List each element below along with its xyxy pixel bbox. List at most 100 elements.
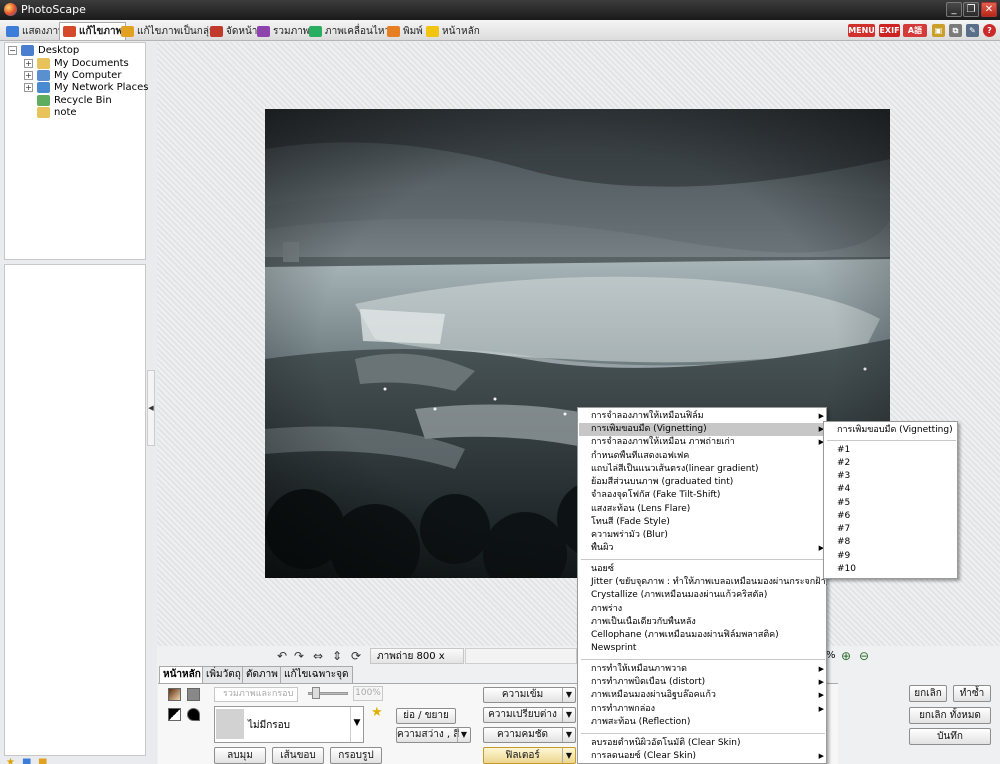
folder-open-icon[interactable]: ■ (38, 758, 47, 764)
zoom-in-icon[interactable]: ⊕ (839, 650, 853, 663)
frame-color-icon[interactable] (187, 688, 200, 701)
window-icon[interactable]: ▣ (932, 24, 945, 37)
menu-item-fade-style[interactable]: โทนสี (Fade Style) (579, 516, 827, 529)
menu-item-glass-block[interactable]: ภาพเหมือนมองผ่านอิฐบล๊อคแก้ว ▶ (579, 689, 827, 702)
submenu-title-vignetting[interactable]: การเพิ่มขอบมืด (Vignetting) (825, 424, 958, 437)
menu-item-effect-area[interactable]: กำหนดพื้นที่แสดงเอฟเฟค (579, 450, 827, 463)
vignette-option[interactable]: #9 (825, 550, 958, 563)
restore-button[interactable]: ❐ (963, 2, 979, 17)
resize-button[interactable]: ย่อ / ขยาย (396, 708, 456, 724)
autolevel-button[interactable]: ความเข้ม ▼ (483, 687, 576, 703)
tab-objects[interactable]: เพิ่มวัตถุ (202, 666, 245, 683)
menu-item-jitter[interactable]: Jitter (ขยับจุดภาพ : ทำให้ภาพเบลอเหมือนม… (579, 576, 827, 589)
exif-icon[interactable]: EXIF (879, 24, 900, 37)
vignette-option[interactable]: #7 (825, 523, 958, 536)
dropdown-arrow-icon[interactable]: ▼ (562, 728, 575, 742)
menu-item-vignetting[interactable]: การเพิ่มขอบมืด (Vignetting) ▶ (579, 423, 827, 436)
language-icon[interactable]: A語 (903, 24, 927, 37)
frame-opacity-thumb[interactable] (312, 687, 320, 699)
vignette-option[interactable]: #8 (825, 536, 958, 549)
vignette-option[interactable]: #4 (825, 483, 958, 496)
menu-separator (581, 733, 825, 734)
tab-print[interactable]: พิมพ์ (383, 22, 427, 40)
expand-icon[interactable]: + (24, 83, 33, 92)
rotate-right-icon[interactable]: ↷ (292, 650, 306, 663)
tools-icon[interactable]: ✎ (966, 24, 979, 37)
sharpen-button[interactable]: ความคมชัด ▼ (483, 727, 576, 743)
border-button[interactable]: เส้นขอบ (272, 747, 324, 764)
menu-item-tilt-shift[interactable]: จำลองจุดโฟกัส (Fake Tilt-Shift) (579, 489, 827, 502)
tab-home-tools[interactable]: หน้าหลัก (159, 666, 205, 683)
flip-horizontal-icon[interactable]: ⇔ (311, 650, 325, 663)
menu-item-sketch[interactable]: ภาพร่าง (579, 603, 827, 616)
star-icon[interactable]: ★ (6, 758, 15, 764)
frame-style-icon[interactable] (168, 688, 181, 701)
help-icon[interactable]: ? (983, 24, 996, 37)
folder-nav-icon[interactable]: ■ (22, 758, 31, 764)
shape-swatch-icon[interactable] (187, 708, 200, 721)
vignette-option[interactable]: #1 (825, 444, 958, 457)
copy-icon[interactable]: ⧉ (949, 24, 962, 37)
thumbnail-panel[interactable] (4, 264, 146, 756)
vignette-option[interactable]: #2 (825, 457, 958, 470)
menu-item-noise-reduction[interactable]: การลดนอยซ์ (Clear Skin) ▶ (579, 750, 827, 763)
frame-combine-input[interactable]: รวมภาพและกรอบ (214, 687, 298, 702)
menu-item-painting[interactable]: การทำให้เหมือนภาพวาด ▶ (579, 663, 827, 676)
zoom-out-icon[interactable]: ⊖ (857, 650, 871, 663)
tab-batch-editor[interactable]: แก้ไขภาพเป็นกลุ่ม (117, 22, 220, 40)
menu-item-linear-gradient[interactable]: แถบไล่สีเป็นแนวเส้นตรง(linear gradient) (579, 463, 827, 476)
collapse-icon[interactable]: − (8, 46, 17, 55)
contrast-swatch-icon[interactable] (168, 708, 181, 721)
vignette-option[interactable]: #10 (825, 563, 958, 576)
dropdown-arrow-icon[interactable]: ▼ (562, 748, 575, 763)
menu-item-newsprint[interactable]: Newsprint (579, 642, 827, 655)
menu-item-film-effect[interactable]: การจำลองภาพให้เหมือนฟิล์ม ▶ (579, 410, 827, 423)
menu-item-old-photo[interactable]: การจำลองภาพให้เหมือน ภาพถ่ายเก่า ▶ (579, 436, 827, 449)
minimize-button[interactable]: _ (946, 2, 962, 17)
tab-crop[interactable]: ตัดภาพ (242, 666, 282, 683)
filter-button[interactable]: ฟิลเตอร์ ▼ (483, 747, 576, 764)
dropdown-arrow-icon[interactable]: ▼ (562, 708, 575, 722)
menu-item-crystallize[interactable]: Crystallize (ภาพเหมือนมองผ่านแก้วคริสตัล… (579, 589, 827, 602)
menu-item-distort[interactable]: การทำภาพบิดเบือน (distort) ▶ (579, 676, 827, 689)
panel-collapse-handle[interactable]: ◀ (147, 370, 155, 446)
dropdown-arrow-icon[interactable]: ▼ (562, 688, 575, 702)
frame-shape-button[interactable]: กรอบรูป (330, 747, 382, 764)
rotate-custom-icon[interactable]: ⟳ (349, 650, 363, 663)
tab-home[interactable]: หน้าหลัก (422, 22, 484, 40)
menu-item-texture[interactable]: พื้นผิว ▶ (579, 542, 827, 555)
vignette-option[interactable]: #3 (825, 470, 958, 483)
batch-editor-icon (121, 26, 134, 37)
menu-item-lens-flare[interactable]: แสงสะท้อน (Lens Flare) (579, 503, 827, 516)
chevron-down-icon[interactable]: ▼ (350, 707, 363, 742)
expand-icon[interactable]: + (24, 59, 33, 68)
menu-item-blend-background[interactable]: ภาพเป็นเนื้อเดียวกับพื้นหลัง (579, 616, 827, 629)
favorite-star-icon[interactable]: ★ (371, 706, 383, 719)
rotate-left-icon[interactable]: ↶ (275, 650, 289, 663)
menu-item-auto-clear-skin[interactable]: ลบรอยตำหนิผิวอัตโนมัติ (Clear Skin) (579, 737, 827, 750)
dropdown-arrow-icon[interactable]: ▼ (457, 728, 470, 742)
menu-item-cellophane[interactable]: Cellophane (ภาพเหมือนมองผ่านฟิล์มพลาสติค… (579, 629, 827, 642)
round-button[interactable]: ลบมุม (214, 747, 266, 764)
menu-icon[interactable]: MENU (848, 24, 875, 37)
menu-item-box[interactable]: การทำภาพกล่อง ▶ (579, 703, 827, 716)
expand-icon[interactable]: + (24, 71, 33, 80)
save-button[interactable]: บันทึก (909, 728, 991, 745)
menu-item-blur[interactable]: ความพร่ามัว (Blur) (579, 529, 827, 542)
brightness-color-button[interactable]: ความสว่าง , สี ▼ (396, 727, 471, 743)
tab-animated-gif[interactable]: ภาพเคลื่อนไหว (305, 22, 394, 40)
submenu-arrow-icon: ▶ (818, 678, 824, 686)
menu-item-reflection[interactable]: ภาพสะท้อน (Reflection) (579, 716, 827, 729)
menu-item-graduated-tint[interactable]: ย้อมสีส่วนบนภาพ (graduated tint) (579, 476, 827, 489)
redo-button[interactable]: ทำซ้ำ (953, 685, 991, 702)
close-button[interactable]: ✕ (981, 2, 997, 17)
tab-tools[interactable]: แก้ไขเฉพาะจุด (280, 666, 353, 683)
undo-button[interactable]: ยกเลิก (909, 685, 947, 702)
vignette-option[interactable]: #6 (825, 510, 958, 523)
vignette-option[interactable]: #5 (825, 497, 958, 510)
flip-vertical-icon[interactable]: ⇕ (330, 650, 344, 663)
desktop-icon (21, 45, 34, 56)
contrast-button[interactable]: ความเปรียบต่าง ▼ (483, 707, 576, 723)
undo-all-button[interactable]: ยกเลิก ทั้งหมด (909, 707, 991, 724)
menu-item-noise[interactable]: นอยซ์ (579, 563, 827, 576)
